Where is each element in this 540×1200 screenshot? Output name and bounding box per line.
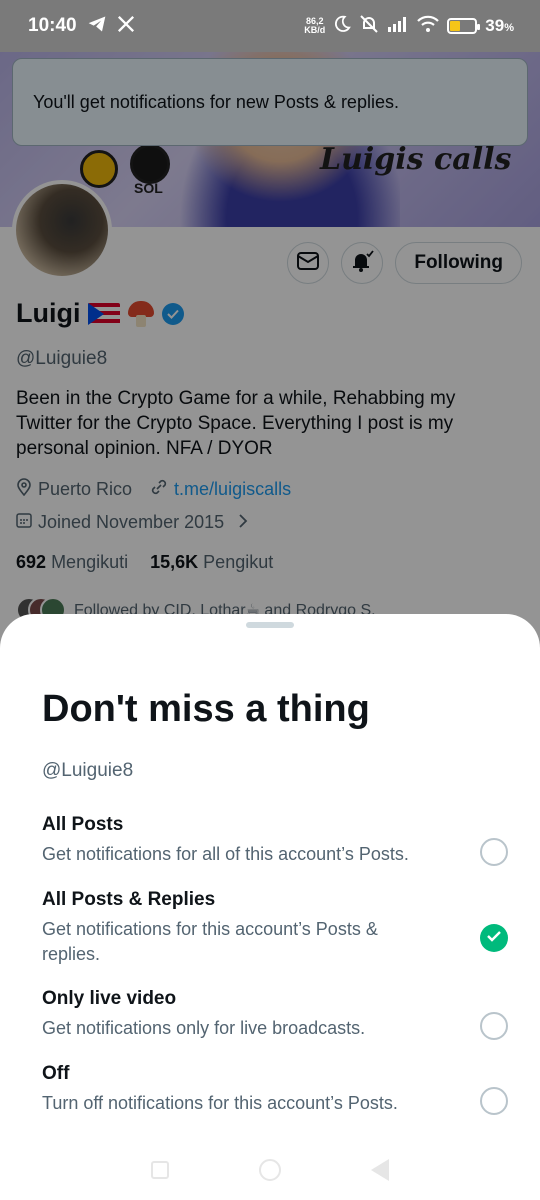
signal-icon (387, 16, 409, 37)
battery-level-fill (450, 21, 461, 31)
network-speed-unit: KB/d (304, 25, 326, 35)
option-description: Get notifications only for live broadcas… (42, 1018, 366, 1038)
home-button[interactable] (259, 1159, 281, 1181)
bell-muted-icon (359, 14, 379, 39)
telegram-icon (87, 15, 107, 38)
option-title: Only live video (42, 988, 177, 1009)
battery-percentage: 39% (485, 16, 514, 36)
x-icon (117, 15, 135, 38)
network-speed: 86,2 KB/d (304, 17, 325, 35)
recent-apps-button[interactable] (151, 1161, 169, 1179)
system-nav-bar (0, 1150, 540, 1190)
option-all-posts[interactable]: All Posts Get notifications for all of t… (42, 814, 512, 867)
option-off[interactable]: Off Turn off notifications for this acco… (42, 1063, 512, 1116)
battery-icon (447, 18, 481, 34)
sheet-title: Don't miss a thing (42, 688, 370, 730)
option-only-live-video[interactable]: Only live video Get notifications only f… (42, 988, 512, 1041)
moon-icon (333, 15, 352, 38)
checkmark-icon (487, 929, 501, 947)
option-title: All Posts & Replies (42, 889, 216, 910)
sheet-drag-handle[interactable] (246, 622, 294, 628)
status-bar: 10:40 86,2 KB/d 39% (0, 0, 540, 52)
radio-all-posts-replies[interactable] (480, 924, 508, 952)
sheet-handle: @Luiguie8 (42, 760, 134, 781)
wifi-icon (417, 15, 440, 38)
radio-only-live-video[interactable] (480, 1012, 508, 1040)
back-button[interactable] (371, 1159, 389, 1181)
notification-settings-sheet: Don't miss a thing @Luiguie8 All Posts G… (0, 614, 540, 1200)
option-description: Turn off notifications for this account’… (42, 1093, 398, 1113)
status-time: 10:40 (28, 15, 77, 36)
option-description: Get notifications for all of this accoun… (42, 844, 409, 864)
battery-percentage-unit: % (504, 22, 514, 34)
battery-percentage-value: 39 (485, 16, 505, 35)
option-title: All Posts (42, 814, 124, 835)
radio-off[interactable] (480, 1087, 508, 1115)
option-description: Get notifications for this account’s Pos… (42, 919, 378, 964)
option-all-posts-replies[interactable]: All Posts & Replies Get notifications fo… (42, 889, 512, 967)
radio-all-posts[interactable] (480, 838, 508, 866)
option-title: Off (42, 1063, 70, 1084)
